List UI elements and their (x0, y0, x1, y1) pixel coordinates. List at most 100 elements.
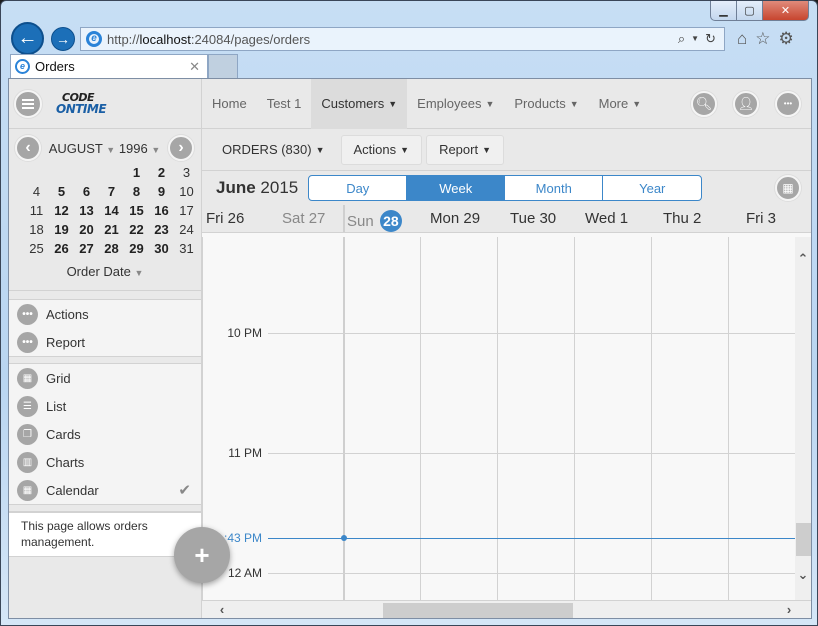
close-window-button[interactable]: ✕ (763, 1, 809, 21)
mini-calendar-day[interactable]: 2 (149, 164, 174, 181)
horizontal-scroll-thumb[interactable] (383, 603, 573, 618)
mini-calendar-day[interactable]: 16 (149, 202, 174, 219)
vertical-scroll-thumb[interactable] (796, 523, 811, 556)
top-navigation: Home Test 1 Customers ▼ Employees ▼ Produc… (202, 79, 811, 129)
mini-calendar-day[interactable]: 30 (149, 240, 174, 257)
report-button[interactable]: Report ▼ (426, 134, 505, 165)
mini-calendar-day[interactable]: 4 (24, 183, 49, 200)
mini-calendar-day[interactable]: 25 (24, 240, 49, 257)
nav-item-customers[interactable]: Customers ▼ (311, 79, 408, 129)
caret-down-icon: ▼ (134, 268, 144, 278)
sidebar-item-cards[interactable]: ❐ Cards (9, 420, 201, 448)
sidebar-item-list[interactable]: ☰ List (9, 392, 201, 420)
mini-calendar-title[interactable]: AUGUST ▼ 1996 ▼ (49, 141, 161, 156)
mini-calendar-day[interactable]: 5 (49, 183, 74, 200)
mini-calendar-day[interactable]: 26 (49, 240, 74, 257)
mini-calendar-day[interactable]: 22 (124, 221, 149, 238)
browser-tab[interactable]: e Orders ✕ (10, 54, 208, 78)
orders-dropdown[interactable]: ORDERS (830) ▼ (210, 135, 337, 165)
mini-calendar-day[interactable]: 15 (124, 202, 149, 219)
sidebar-item-actions[interactable]: ••• Actions (9, 300, 201, 328)
view-year-button[interactable]: Year (603, 176, 701, 200)
mini-calendar-day[interactable]: 12 (49, 202, 74, 219)
add-button[interactable]: + (174, 527, 230, 583)
mini-calendar-day[interactable]: 23 (149, 221, 174, 238)
home-icon[interactable]: ⌂ (737, 29, 747, 49)
url-text[interactable]: http://localhost:24084/pages/orders (107, 32, 310, 47)
mini-calendar-day[interactable]: 14 (99, 202, 124, 219)
view-day-button[interactable]: Day (309, 176, 408, 200)
user-button[interactable]: 👤︎ (733, 90, 759, 117)
mini-calendar-day[interactable]: 8 (124, 183, 149, 200)
forward-button[interactable]: → (51, 27, 75, 51)
back-button[interactable]: ← (11, 22, 44, 55)
mini-calendar-day[interactable]: 29 (124, 240, 149, 257)
mini-calendar-day[interactable]: 11 (24, 202, 49, 219)
maximize-button[interactable]: ▢ (737, 1, 763, 21)
dropdown-icon[interactable]: ▼ (691, 31, 699, 47)
calendar-picker-button[interactable]: ▦ (775, 175, 801, 201)
nav-item-test1[interactable]: Test 1 (257, 79, 312, 129)
search-button[interactable]: 🔍︎ (691, 90, 717, 117)
day-header[interactable]: Sun 28 (347, 210, 402, 232)
day-header[interactable]: Wed 1 (585, 210, 628, 227)
minimize-button[interactable]: ▁ (710, 1, 737, 21)
mini-calendar-day[interactable]: 31 (174, 240, 199, 257)
mini-calendar-day[interactable]: 28 (99, 240, 124, 257)
favorites-icon[interactable]: ☆ (755, 29, 770, 49)
scroll-left-icon[interactable]: ‹ (214, 602, 230, 617)
week-grid[interactable]: 10 PM 11 PM 12 AM:43 PM (202, 237, 795, 600)
mini-calendar-day[interactable]: 7 (99, 183, 124, 200)
next-month-button[interactable]: › (167, 135, 194, 161)
mini-calendar-day[interactable]: 21 (99, 221, 124, 238)
settings-icon[interactable]: ⚙ (779, 29, 794, 49)
view-week-button[interactable]: Week (407, 176, 506, 200)
address-bar[interactable]: e http://localhost:24084/pages/orders ⌕ … (80, 27, 725, 51)
day-header[interactable]: Fri 26 (206, 210, 244, 227)
sidebar-item-charts[interactable]: ▥ Charts (9, 448, 201, 476)
mini-calendar-day[interactable]: 1 (124, 164, 149, 181)
nav-item-home[interactable]: Home (202, 79, 257, 129)
mini-calendar-day[interactable]: 24 (174, 221, 199, 238)
mini-calendar-day[interactable]: 9 (149, 183, 174, 200)
mini-calendar-day[interactable]: 20 (74, 221, 99, 238)
sidebar-item-report[interactable]: ••• Report (9, 328, 201, 356)
search-icon[interactable]: ⌕ (678, 31, 685, 47)
mini-calendar-day[interactable]: 10 (174, 183, 199, 200)
sidebar-item-calendar[interactable]: ▦ Calendar ✔ (9, 476, 201, 504)
sidebar-item-grid[interactable]: ▦ Grid (9, 364, 201, 392)
mini-calendar-day[interactable]: 3 (174, 164, 199, 181)
scroll-right-icon[interactable]: › (781, 602, 797, 617)
scroll-down-icon[interactable]: ⌄ (795, 567, 811, 583)
nav-item-products[interactable]: Products ▼ (504, 79, 588, 129)
mini-calendar-day[interactable]: 27 (74, 240, 99, 257)
calendar-month-title[interactable]: June 2015 (216, 178, 298, 198)
refresh-icon[interactable]: ↻ (705, 31, 716, 47)
divider (9, 504, 201, 512)
new-tab-button[interactable] (208, 54, 238, 78)
nav-item-more[interactable]: More ▼ (589, 79, 652, 129)
mini-calendar-day[interactable]: 19 (49, 221, 74, 238)
actions-button[interactable]: Actions ▼ (340, 134, 423, 165)
mini-calendar-day[interactable]: 17 (174, 202, 199, 219)
day-header[interactable]: Thu 2 (663, 210, 701, 227)
close-tab-icon[interactable]: ✕ (189, 59, 200, 75)
scroll-up-icon[interactable]: ⌃ (795, 251, 811, 267)
prev-month-button[interactable]: ‹ (15, 135, 41, 161)
mini-calendar-day[interactable]: 18 (24, 221, 49, 238)
nav-item-employees[interactable]: Employees ▼ (407, 79, 504, 129)
logo[interactable]: CODE ONTIME (48, 92, 107, 115)
day-header[interactable]: Tue 30 (510, 210, 556, 227)
menu-button[interactable] (14, 89, 42, 118)
day-header[interactable]: Mon 29 (430, 210, 480, 227)
mini-calendar-day[interactable]: 13 (74, 202, 99, 219)
view-month-button[interactable]: Month (505, 176, 604, 200)
more-icon: ••• (17, 303, 38, 325)
day-header[interactable]: Sat 27 (282, 210, 325, 227)
vertical-scrollbar[interactable]: ⌃ ⌄ (795, 237, 811, 600)
more-button[interactable]: ••• (775, 90, 801, 117)
horizontal-scrollbar[interactable]: ‹ › (202, 600, 811, 618)
day-header[interactable]: Fri 3 (746, 210, 776, 227)
mini-calendar-day[interactable]: 6 (74, 183, 99, 200)
order-date-selector[interactable]: Order Date ▼ (9, 264, 201, 279)
